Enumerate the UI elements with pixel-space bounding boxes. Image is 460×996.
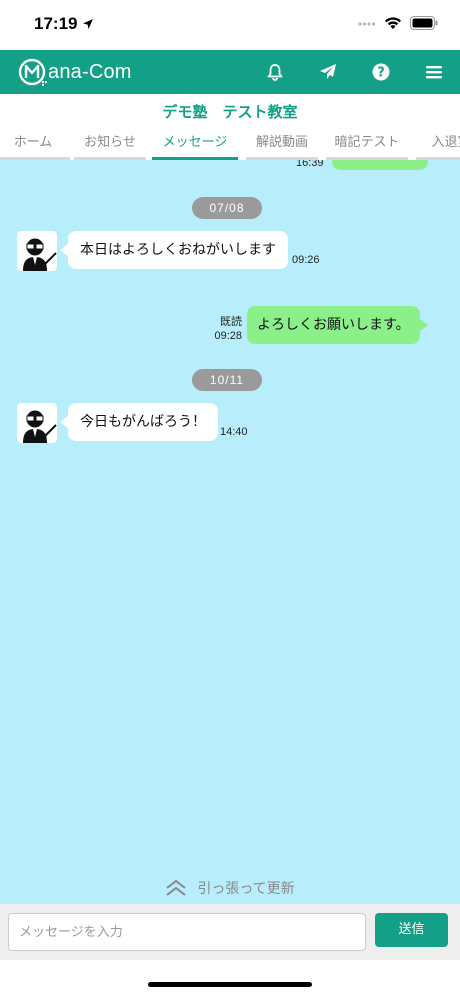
teacher-icon bbox=[23, 238, 57, 271]
message-text: 今日もがんばろう！ bbox=[80, 414, 206, 430]
send-button[interactable]: 送信 bbox=[375, 913, 448, 947]
message-composer: 送信 bbox=[0, 904, 460, 960]
send-button-header[interactable] bbox=[301, 50, 354, 94]
location-arrow-icon bbox=[83, 19, 93, 29]
read-receipt: 既読 bbox=[220, 316, 242, 328]
tab-attendance[interactable]: 入退室 bbox=[416, 130, 460, 160]
app-logo: ana-Com bbox=[18, 57, 132, 87]
message-time: 09:26 bbox=[292, 254, 320, 266]
tab-label: 解説動画 bbox=[255, 135, 308, 150]
logo-m-icon bbox=[18, 58, 47, 86]
tab-label: 入退室 bbox=[431, 135, 460, 150]
logo-text: ana-Com bbox=[48, 60, 132, 83]
tab-notices[interactable]: お知らせ bbox=[74, 130, 146, 160]
status-time: 17:19 bbox=[34, 14, 78, 33]
incoming-message: 本日はよろしくおねがいします bbox=[60, 231, 288, 269]
message-input[interactable] bbox=[8, 913, 366, 951]
message-time: 09:28 bbox=[214, 330, 242, 342]
teacher-avatar bbox=[17, 403, 57, 443]
message-text: 本日はよろしくおねがいします bbox=[80, 242, 276, 258]
tab-messages[interactable]: メッセージ bbox=[152, 130, 238, 160]
message-meta: 既読 09:28 bbox=[200, 315, 242, 343]
menu-icon bbox=[425, 66, 442, 79]
signal-icon bbox=[358, 22, 376, 26]
tab-label: お知らせ bbox=[84, 135, 136, 150]
bell-icon bbox=[267, 64, 282, 81]
tab-videos[interactable]: 解説動画 bbox=[246, 130, 318, 160]
tab-label: ホーム bbox=[13, 135, 53, 150]
message-text: よろしくお願いします。 bbox=[257, 317, 410, 333]
incoming-message: 今日もがんばろう！ bbox=[60, 403, 218, 441]
status-bar: 17:19 bbox=[0, 0, 460, 50]
pull-to-refresh-label: 引っ張って更新 bbox=[197, 881, 295, 897]
message-time: 16:39 bbox=[296, 160, 324, 169]
tab-label: 暗記テスト bbox=[334, 135, 400, 150]
tab-bar: ホーム お知らせ メッセージ 解説動画 暗記テスト 入退室 bbox=[0, 130, 460, 160]
help-icon: ? bbox=[372, 63, 389, 81]
outgoing-message: よろしくお願いします。 bbox=[247, 306, 428, 344]
tab-home[interactable]: ホーム bbox=[0, 130, 70, 160]
school-title: デモ塾 テスト教室 bbox=[0, 94, 460, 130]
pull-to-refresh[interactable]: 引っ張って更新 bbox=[0, 876, 460, 900]
menu-button[interactable] bbox=[407, 50, 460, 94]
send-icon bbox=[319, 64, 336, 79]
tab-memory-test[interactable]: 暗記テスト bbox=[326, 130, 408, 160]
message-time: 14:40 bbox=[220, 426, 248, 438]
home-indicator-area bbox=[0, 960, 460, 996]
previous-message-bubble bbox=[332, 160, 428, 170]
help-button[interactable]: ? bbox=[354, 50, 407, 94]
svg-text:?: ? bbox=[377, 66, 385, 81]
home-indicator[interactable] bbox=[148, 982, 312, 987]
tab-label: メッセージ bbox=[162, 135, 228, 150]
battery-icon bbox=[410, 16, 438, 30]
date-separator: 10/11 bbox=[192, 369, 262, 391]
notifications-button[interactable] bbox=[248, 50, 301, 94]
app-header: ana-Com ? bbox=[0, 50, 460, 94]
teacher-icon bbox=[23, 410, 57, 443]
double-chevron-up-icon bbox=[166, 879, 186, 896]
date-separator: 07/08 bbox=[192, 197, 262, 219]
chat-area[interactable]: 16:39 07/08 本日はよろしくおねがいします 09:26 既読 09:2… bbox=[0, 160, 460, 904]
teacher-avatar bbox=[17, 231, 57, 271]
wifi-icon bbox=[385, 17, 401, 29]
